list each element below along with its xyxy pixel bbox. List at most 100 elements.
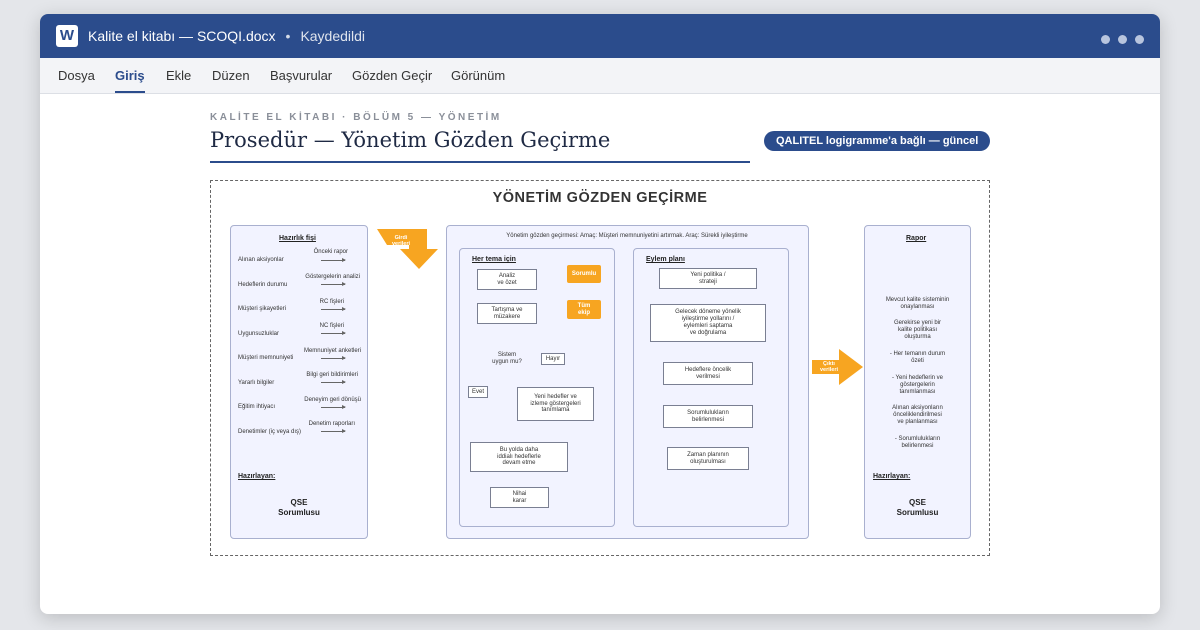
app-window: W Kalite el kitabı — SCOQI.docx • Kaydedil… — [40, 14, 1160, 614]
row-arrow — [321, 307, 346, 311]
page-title: Prosedür — Yönetim Gözden Geçirme — [210, 128, 611, 152]
window-dot-icon[interactable] — [1118, 35, 1127, 44]
report-item: - Sorumlulukların belirlenmesi — [865, 436, 970, 450]
box-line: devam etme — [502, 460, 536, 467]
item-label: Eğitim ihtiyacı — [238, 404, 276, 410]
input-arrow-label: Girdi verileri — [389, 235, 413, 247]
box-line: ve özet — [497, 279, 517, 286]
decision-text: Sistem uygun mu? — [481, 352, 533, 366]
report-item: Alınan aksiyonların önceliklendirilmesi ve… — [865, 405, 970, 427]
document-canvas[interactable]: KALİTE EL KİTABI · BÖLÜM 5 — YÖNETİM Pro… — [40, 94, 1160, 614]
box-line: verilmesi — [696, 373, 720, 380]
improvement-box: Gelecek döneme yönelik iyileştirme yollar… — [650, 304, 766, 342]
box-line: Nihai — [512, 490, 527, 497]
arrow-label-line: verileri — [391, 241, 411, 248]
report-line: Mevcut kalite sisteminin — [885, 297, 950, 303]
item-label: Hedeflerin durumu — [238, 282, 288, 288]
item-label: Müşteri memnuniyeti — [238, 355, 294, 361]
report-line: onaylanması — [900, 304, 935, 311]
menu-gorunum[interactable]: Görünüm — [451, 68, 505, 83]
menu-basvurular[interactable]: Başvurular — [270, 68, 332, 83]
ambitious-goals-box: Bu yolda daha iddialı hedeflerle devam etm… — [470, 442, 568, 472]
row-arrow — [321, 282, 346, 286]
box-line: iddialı hedeflerle — [497, 453, 541, 460]
action-plan-subpanel — [633, 248, 789, 527]
menu-duzen[interactable]: Düzen — [212, 68, 250, 83]
box-line: Sistem — [497, 352, 517, 358]
box-line: Yeni politika / — [690, 271, 726, 278]
report-line: oluşturma — [904, 334, 931, 341]
preparer-name: QSE Sorumlusu — [231, 498, 367, 518]
row-arrow — [321, 380, 346, 384]
arrow-label-line: verileri — [819, 367, 839, 374]
menu-ekle[interactable]: Ekle — [166, 68, 191, 83]
file-title: Kalite el kitabı — SCOQI.docx — [88, 28, 276, 44]
box-line: Hedeflere öncelik — [684, 366, 732, 373]
source-label: Bilgi geri bildirimleri — [306, 372, 358, 378]
box-line: Sorumlulukların — [687, 409, 729, 416]
purpose-text: Yönetim gözden geçirmesi: Amaç: Müşteri … — [506, 233, 748, 239]
box-line: izleme göstergeleri — [530, 400, 581, 407]
prepared-by-label: Hazırlayan: — [873, 473, 911, 480]
row-arrow — [321, 405, 346, 409]
analyze-box: Analiz ve özet — [477, 269, 537, 290]
schedule-box: Zaman planının oluşturulması — [667, 447, 749, 470]
source-label: Deneyim geri dönüşü — [304, 397, 361, 403]
box-line: ekip — [577, 309, 590, 316]
window-dot-icon[interactable] — [1135, 35, 1144, 44]
item-label: Alınan aksiyonlar — [238, 257, 284, 263]
policy-box: Yeni politika / strateji — [659, 268, 757, 289]
item-label: Denetimler (iç veya dış) — [238, 429, 302, 435]
row-arrow — [321, 429, 346, 433]
preparer-line: Sorumlusu — [278, 508, 320, 517]
discuss-box: Tartışma ve müzakere — [477, 303, 537, 324]
box-line: ve doğrulama — [689, 329, 727, 336]
save-status: Kaydedildi — [300, 28, 366, 44]
report-item: Mevcut kalite sisteminin onaylanması — [865, 297, 970, 311]
window-title: Kalite el kitabı — SCOQI.docx • Kaydedildi — [88, 28, 365, 44]
report-panel: Rapor Mevcut kalite sisteminin onaylanmas… — [864, 225, 971, 539]
report-line: ve planlanması — [897, 419, 938, 426]
window-dot-icon[interactable] — [1101, 35, 1110, 44]
source-label: Göstergelerin analizi — [305, 274, 360, 280]
source-label: Memnuniyet anketleri — [303, 348, 361, 354]
box-line: Tartışma ve — [491, 306, 523, 313]
menu-bar: Dosya Giriş Ekle Düzen Başvurular Gözden… — [40, 58, 1160, 94]
status-badge: QALITEL logigramme'a bağlı — güncel — [764, 131, 991, 151]
source-label: Önceki rapor — [313, 249, 348, 255]
box-line: strateji — [699, 278, 717, 285]
theme-heading: Her tema için — [472, 256, 516, 263]
box-line: tanımlama — [541, 407, 570, 414]
section-eyebrow: KALİTE EL KİTABI · BÖLÜM 5 — YÖNETİM — [210, 112, 502, 123]
title-divider — [210, 161, 750, 163]
box-line: Bu yolda daha — [499, 446, 539, 453]
word-app-icon: W — [56, 25, 78, 47]
report-item: Gerekirse yeni bir kalite politikası oluşt… — [865, 320, 970, 342]
title-separator: • — [285, 28, 291, 44]
row-arrow — [321, 258, 346, 262]
report-item: - Yeni hedeflerin ve göstergelerin tanımla… — [865, 375, 970, 397]
box-line: iyileştirme yollarını / — [681, 316, 735, 323]
flowchart-figure: YÖNETİM GÖZDEN GEÇİRME Hazırlık fişi Önc… — [210, 180, 990, 556]
box-line: Zaman planının — [687, 451, 729, 458]
yes-label: Evet — [468, 386, 488, 398]
box-line: müzakere — [493, 313, 521, 320]
report-line: - Her temanın durum — [889, 351, 946, 357]
menu-dosya[interactable]: Dosya — [58, 68, 95, 83]
report-line: tanımlanması — [899, 389, 936, 396]
report-line: Gerekirse yeni bir — [893, 320, 941, 326]
report-line: özeti — [911, 358, 924, 365]
item-label: Uygunsuzluklar — [238, 331, 280, 337]
menu-gozden-gecir[interactable]: Gözden Geçir — [352, 68, 432, 83]
new-goals-box: Yeni hedefler ve izleme göstergeleri tanım… — [517, 387, 594, 421]
report-line: kalite politikası — [897, 327, 938, 334]
report-item: - Her temanın durum özeti — [865, 351, 970, 365]
figure-title: YÖNETİM GÖZDEN GEÇİRME — [492, 190, 708, 206]
preparer-line: QSE — [909, 498, 926, 507]
menu-giris[interactable]: Giriş — [115, 68, 145, 93]
source-label: RC fişleri — [319, 299, 344, 305]
box-line: karar — [512, 497, 527, 504]
box-line: Tüm — [577, 302, 591, 309]
box-line: oluşturulması — [690, 458, 726, 465]
source-label: NC fişleri — [319, 323, 344, 329]
